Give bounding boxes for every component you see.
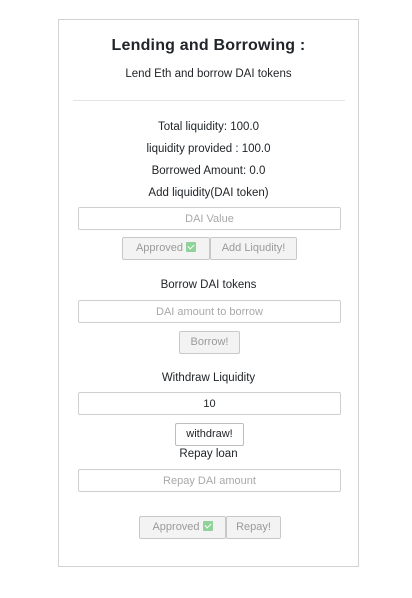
repay-approved-button-label: Approved (152, 521, 200, 533)
check-box-icon (186, 242, 197, 252)
dai-value-input[interactable] (78, 207, 341, 230)
withdraw-amount-input[interactable] (78, 392, 341, 415)
add-liquidity-label: Add liquidity(DAI token) (148, 187, 269, 199)
header-divider (73, 100, 345, 101)
page-subtitle: Lend Eth and borrow DAI tokens (125, 68, 292, 80)
borrow-amount-input[interactable] (78, 300, 341, 323)
withdraw-button[interactable]: withdraw! (175, 423, 244, 446)
repay-approved-button: Approved (139, 516, 226, 539)
liquidity-provided-text: liquidity provided : 100.0 (146, 143, 271, 155)
approved-button: Approved (122, 237, 210, 260)
repay-amount-input[interactable] (78, 469, 341, 492)
total-liquidity-text: Total liquidity: 100.0 (157, 121, 259, 133)
page-title: Lending and Borrowing : (111, 37, 306, 54)
add-liquidity-button[interactable]: Add Liqudity! (210, 237, 297, 260)
approved-button-label: Approved (135, 242, 184, 254)
borrowed-amount-text: Borrowed Amount: 0.0 (151, 165, 266, 177)
borrow-label: Borrow DAI tokens (160, 279, 257, 291)
borrow-button[interactable]: Borrow! (179, 331, 240, 354)
lending-card: Lending and Borrowing : Lend Eth and bor… (58, 19, 359, 567)
withdraw-label: Withdraw Liquidity (161, 372, 256, 384)
repay-label: Repay loan (179, 448, 238, 460)
repay-button[interactable]: Repay! (226, 516, 281, 539)
check-box-icon (202, 521, 213, 531)
